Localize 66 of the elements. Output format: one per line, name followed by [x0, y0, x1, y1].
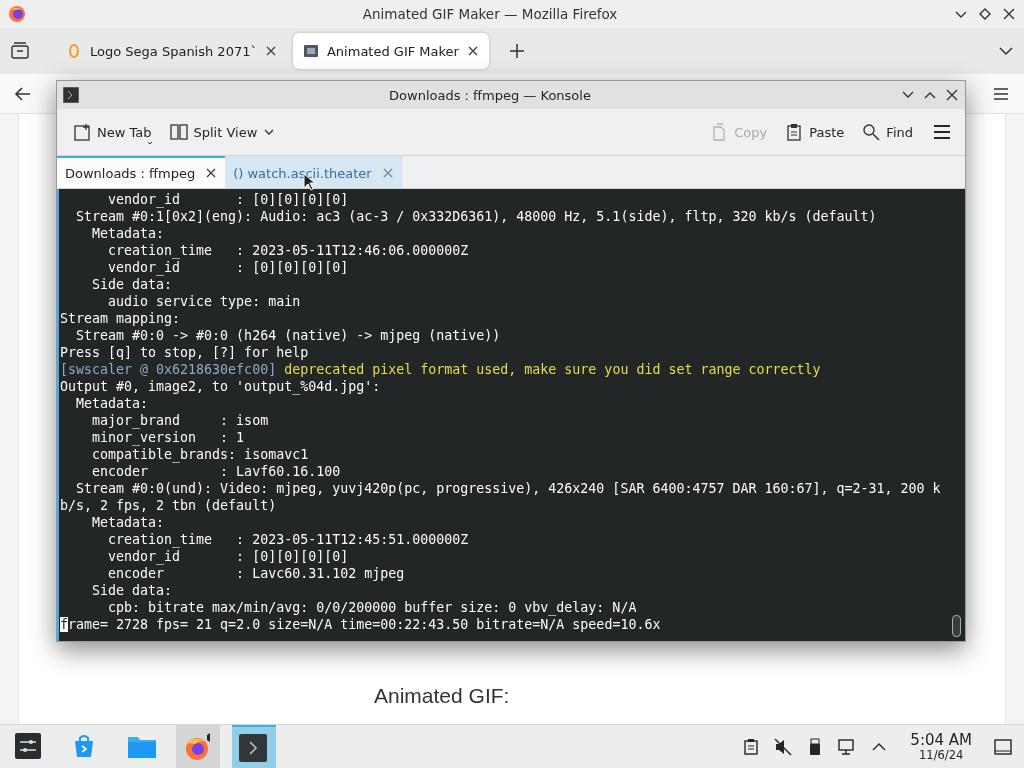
coin-icon — [66, 43, 82, 59]
new-tab-icon — [73, 123, 91, 141]
menu-icon[interactable] — [933, 123, 951, 141]
terminal-line: Side data: — [91, 276, 173, 293]
terminal-line: [swscaler @ 0x6218630efc00] deprecated pixel format used, make sure you did set range correctly — [60, 361, 821, 378]
terminal-line: major_brand : isom — [91, 412, 269, 429]
terminal-line: minor_version : 1 — [91, 429, 245, 446]
new-tab-icon[interactable] — [508, 43, 525, 59]
clipboard-icon — [785, 123, 804, 141]
terminal-line: Stream #0:1[0x2](eng): Audio: ac3 (ac-3 / 0x332D6361), 48000 Hz, 5.1(side), fltp, 320 kb/s (default) — [75, 208, 877, 225]
window-title: Downloads : ffmpeg — Konsole — [388, 87, 592, 103]
clock-time[interactable]: 5:04 AM — [910, 731, 972, 749]
browser-tab[interactable]: Logo Sega Spanish 2071` — [56, 33, 287, 69]
page-heading: Animated GIF: — [374, 684, 510, 708]
toolbar-button[interactable]: Split View — [163, 119, 282, 145]
terminal-icon — [239, 733, 269, 762]
dropdown-caret-icon — [147, 141, 153, 145]
firefox-logo-icon — [8, 5, 26, 23]
film-icon — [302, 43, 319, 59]
browser-tab[interactable]: Animated GIF Maker — [292, 33, 489, 69]
clock-date[interactable]: 11/6/24 — [919, 748, 964, 762]
terminal-tab[interactable]: () watch.ascii.theater — [225, 156, 402, 188]
terminal-line: vendor_id : [0][0][0][0] — [107, 548, 349, 565]
terminal-line: Metadata: — [91, 225, 165, 242]
browser-logo-icon — [183, 732, 213, 761]
terminal-line: audio service type: main — [107, 293, 301, 310]
terminal-line: creation_time : 2023-05-11T12:46:06.000000Z — [107, 242, 469, 259]
show-desktop-icon[interactable] — [994, 737, 1012, 756]
close-tab-icon[interactable] — [466, 45, 479, 57]
terminal-line: Press [q] to stop, [?] for help — [60, 344, 309, 361]
window-title: Animated GIF Maker — Mozilla Firefox — [361, 6, 619, 22]
network-icon[interactable] — [838, 737, 857, 756]
maximize-icon[interactable] — [978, 7, 992, 21]
terminal-line: compatible_brands: isomavc1 — [91, 446, 309, 463]
terminal-line: Metadata: — [75, 395, 149, 412]
terminal-line: creation_time : 2023-05-11T12:45:51.000000Z — [107, 531, 469, 548]
toolbar-button[interactable]: New Tab — [67, 119, 158, 145]
search-icon — [862, 123, 881, 141]
tab-list-icon[interactable] — [10, 41, 30, 61]
terminal-line: encoder : Lavf60.16.100 — [91, 463, 341, 480]
close-icon[interactable] — [1002, 7, 1016, 21]
terminal-line: vendor_id : [0][0][0][0] — [107, 259, 349, 276]
terminal-line: Output #0, image2, to 'output_%04d.jpg': — [60, 378, 381, 395]
taskbar-button[interactable] — [232, 725, 276, 768]
terminal-line: Stream #0:0 -> #0:0 (h264 (native) -> mjpeg (native)) — [75, 327, 501, 344]
terminal-line: Metadata: — [91, 514, 165, 531]
terminal-line: Stream #0:0(und): Video: mjpeg, yuvj420p(pc, progressive), 426x240 [SAR 6400:4757 DAR 160:67], q=2-31, 200 k — [75, 480, 941, 497]
close-tab-icon[interactable] — [264, 45, 277, 57]
terminal-line: Side data: — [91, 582, 173, 599]
terminal-line: encoder : Lavc60.31.102 mjpeg — [107, 565, 405, 582]
close-tab-icon[interactable] — [205, 167, 218, 179]
terminal-icon — [63, 87, 79, 103]
terminal-tab[interactable]: Downloads : ffmpeg — [57, 156, 226, 188]
clipboard-icon[interactable] — [742, 737, 761, 756]
close-icon[interactable] — [945, 88, 959, 102]
terminal-line: cpb: bitrate max/min/avg: 0/0/200000 buffer size: 0 vbv_delay: N/A — [107, 599, 637, 616]
toolbar-button[interactable]: Find — [856, 119, 919, 145]
back-arrow-icon[interactable] — [14, 84, 32, 103]
terminal-line: Stream mapping: — [60, 310, 181, 327]
terminal-line: vendor_id : [0][0][0][0] — [107, 191, 349, 208]
split-view-icon — [169, 123, 188, 141]
terminal-line: frame= 2728 fps= 21 q=2.0 size=N/A time=00:22:43.50 bitrate=N/A speed=10.6x — [60, 616, 661, 633]
muted-speaker-icon[interactable] — [774, 737, 793, 756]
terminal-line: b/s, 2 fps, 2 tbn (default) — [60, 497, 277, 514]
toolbar-button[interactable]: Paste — [779, 119, 851, 145]
scrollbar-handle[interactable] — [952, 615, 961, 637]
